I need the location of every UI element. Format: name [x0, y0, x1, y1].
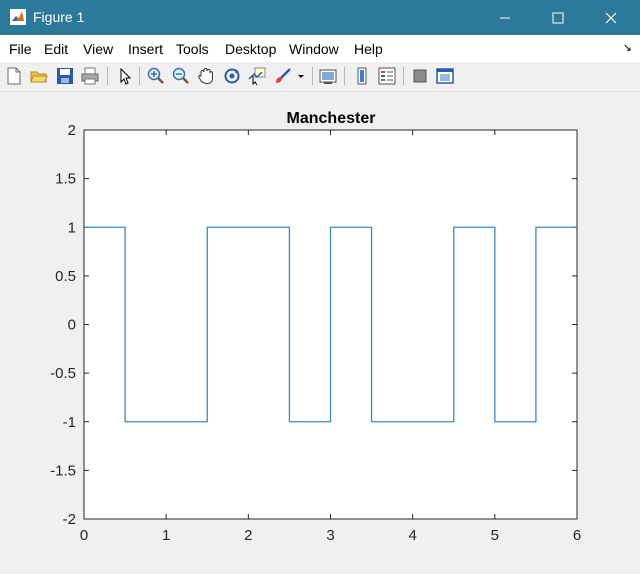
- y-tick-label: -1: [63, 414, 76, 431]
- brush-dropdown[interactable]: [295, 66, 307, 86]
- data-cursor-icon: [248, 67, 266, 85]
- menu-insert[interactable]: Insert: [128, 41, 163, 57]
- menu-bar: File Edit View Insert Tools Desktop Wind…: [0, 35, 640, 62]
- menu-desktop[interactable]: Desktop: [225, 41, 276, 57]
- show-plot-tools-button[interactable]: [435, 66, 455, 86]
- y-tick-label: 0.5: [55, 268, 76, 285]
- y-tick-label: -0.5: [50, 365, 76, 382]
- new-figure-icon: [7, 67, 21, 85]
- show-plot-tools-icon: [436, 68, 454, 84]
- toolbar-separator: [107, 67, 108, 85]
- hide-plot-tools-button[interactable]: [410, 66, 430, 86]
- zoom-out-button[interactable]: [171, 66, 191, 86]
- print-button[interactable]: [80, 66, 100, 86]
- save-icon: [57, 68, 73, 84]
- toolbar-separator: [312, 67, 313, 85]
- save-button[interactable]: [55, 66, 75, 86]
- y-tick-label: -2: [63, 511, 76, 528]
- close-icon: [605, 12, 617, 23]
- x-tick-label: 0: [80, 527, 88, 544]
- minimize-button[interactable]: [482, 0, 528, 35]
- maximize-button[interactable]: [535, 0, 581, 35]
- matlab-logo-icon: [10, 9, 26, 25]
- toolbar-separator: [139, 67, 140, 85]
- zoom-in-icon: [147, 67, 164, 84]
- insert-colorbar-button[interactable]: [352, 66, 372, 86]
- plot-svg: Manchester 0 1 2 3 4 5 6 2 1.5 1 0.5 0 -0.5 -1 -1.5 -2: [50, 110, 581, 544]
- menu-view[interactable]: View: [83, 41, 113, 57]
- open-file-button[interactable]: [29, 66, 49, 86]
- dock-arrow-icon[interactable]: ↘: [623, 41, 632, 54]
- x-tick-label: 4: [408, 527, 416, 544]
- maximize-icon: [552, 12, 564, 23]
- y-tick-label: 1.5: [55, 171, 76, 188]
- colorbar-icon: [357, 67, 367, 85]
- toolbar: [0, 62, 640, 92]
- insert-legend-button[interactable]: [377, 66, 397, 86]
- toolbar-separator: [344, 67, 345, 85]
- title-bar: Figure 1: [0, 0, 640, 35]
- y-tick-label: -1.5: [50, 462, 76, 479]
- figure-canvas: Manchester 0 1 2 3 4 5 6 2 1.5 1 0.5 0 -0.5 -1 -1.5 -2: [0, 92, 640, 569]
- pointer-icon: [120, 67, 132, 85]
- y-tick-label: 1: [68, 219, 76, 236]
- new-figure-button[interactable]: [4, 66, 24, 86]
- legend-icon: [378, 67, 396, 85]
- y-tick-label: 0: [68, 317, 76, 334]
- menu-tools[interactable]: Tools: [176, 41, 209, 57]
- toolbar-separator: [403, 67, 404, 85]
- x-tick-label: 5: [491, 527, 499, 544]
- x-tick-label: 2: [244, 527, 252, 544]
- data-cursor-button[interactable]: [247, 66, 267, 86]
- hide-plot-tools-icon: [413, 69, 427, 83]
- link-plot-button[interactable]: [318, 66, 338, 86]
- rotate-3d-icon: [224, 68, 240, 84]
- zoom-in-button[interactable]: [146, 66, 166, 86]
- print-icon: [81, 67, 99, 85]
- menu-help[interactable]: Help: [354, 41, 383, 57]
- plot-title: Manchester: [287, 110, 376, 127]
- zoom-out-icon: [172, 67, 189, 84]
- link-plot-icon: [319, 69, 337, 84]
- y-tick-label: 2: [68, 122, 76, 139]
- menu-window[interactable]: Window: [289, 41, 339, 57]
- window-title: Figure 1: [33, 9, 85, 25]
- pan-hand-icon: [198, 67, 213, 85]
- brush-button[interactable]: [273, 66, 293, 86]
- menu-edit[interactable]: Edit: [44, 41, 68, 57]
- minimize-icon: [500, 17, 510, 18]
- rotate-3d-button[interactable]: [222, 66, 242, 86]
- x-tick-label: 1: [162, 527, 170, 544]
- x-tick-label: 6: [573, 527, 581, 544]
- pan-button[interactable]: [196, 66, 216, 86]
- x-tick-label: 3: [326, 527, 334, 544]
- open-file-icon: [30, 71, 48, 83]
- brush-icon: [276, 68, 291, 83]
- close-button[interactable]: [588, 0, 634, 35]
- menu-file[interactable]: File: [9, 41, 32, 57]
- chevron-down-icon: [298, 75, 304, 78]
- pointer-button[interactable]: [115, 66, 135, 86]
